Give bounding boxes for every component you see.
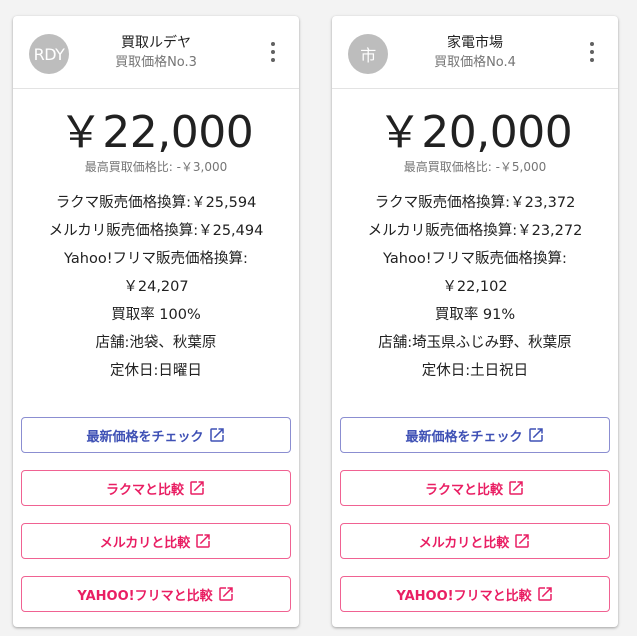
- shop-rank: 買取価格No.3: [115, 55, 197, 70]
- card-header: 市 家電市場 買取価格No.4: [332, 16, 618, 89]
- open-in-new-icon: [190, 481, 204, 495]
- price-difference: 最高買取価格比: -￥5,000: [403, 160, 547, 174]
- open-in-new-icon: [537, 587, 552, 601]
- detail-yahoo-value: ￥24,207: [123, 279, 189, 295]
- open-in-new-icon: [196, 534, 211, 548]
- button-label: YAHOO!フリマと比較: [77, 588, 213, 604]
- button-group: 最新価格をチェック ラクマと比較 メルカリと比較 YAHOO!フリマと比較: [340, 417, 610, 629]
- compare-rakuma-button[interactable]: ラクマと比較: [340, 470, 610, 506]
- detail-rate: 買取率 91%: [434, 307, 516, 323]
- button-label: 最新価格をチェック: [405, 429, 523, 445]
- more-vert-icon[interactable]: [261, 38, 285, 66]
- shop-name: 買取ルデヤ: [121, 35, 191, 51]
- detail-rakuma: ラクマ販売価格換算:￥23,372: [374, 195, 576, 211]
- page: RDY 買取ルデヤ 買取価格No.3 ￥22,000 最高買取価格比: -￥3,…: [0, 0, 637, 636]
- compare-rakuma-button[interactable]: ラクマと比較: [21, 470, 291, 506]
- detail-yahoo-label: Yahoo!フリマ販売価格換算:: [383, 251, 567, 267]
- button-label: メルカリと比較: [99, 535, 191, 551]
- compare-yahoo-button[interactable]: YAHOO!フリマと比較: [340, 576, 610, 612]
- card-title-block: 家電市場 買取価格No.4: [388, 33, 562, 73]
- compare-mercari-button[interactable]: メルカリと比較: [340, 523, 610, 559]
- shop-name: 家電市場: [447, 35, 503, 51]
- button-label: ラクマと比較: [105, 482, 184, 498]
- card-header: RDY 買取ルデヤ 買取価格No.3: [13, 16, 299, 89]
- open-in-new-icon: [218, 587, 233, 601]
- detail-yahoo-label: Yahoo!フリマ販売価格換算:: [64, 251, 248, 267]
- detail-holiday: 定休日:日曜日: [110, 363, 202, 379]
- open-in-new-icon: [515, 534, 530, 548]
- detail-holiday: 定休日:土日祝日: [421, 363, 529, 379]
- button-label: ラクマと比較: [424, 482, 503, 498]
- more-vert-icon[interactable]: [580, 38, 604, 66]
- avatar: 市: [348, 34, 388, 74]
- detail-mercari: メルカリ販売価格換算:￥23,272: [367, 223, 583, 239]
- buy-price: ￥22,000: [58, 107, 254, 158]
- price-difference: 最高買取価格比: -￥3,000: [84, 160, 228, 174]
- open-in-new-icon: [509, 481, 523, 495]
- button-label: YAHOO!フリマと比較: [396, 588, 532, 604]
- check-latest-price-button[interactable]: 最新価格をチェック: [340, 417, 610, 453]
- check-latest-price-button[interactable]: 最新価格をチェック: [21, 417, 291, 453]
- detail-stores: 店舗:池袋、秋葉原: [95, 335, 217, 351]
- detail-mercari: メルカリ販売価格換算:￥25,494: [48, 223, 264, 239]
- detail-rate: 買取率 100%: [111, 307, 201, 323]
- shop-details: ラクマ販売価格換算:￥23,372 メルカリ販売価格換算:￥23,272 Yah…: [332, 189, 618, 385]
- compare-mercari-button[interactable]: メルカリと比較: [21, 523, 291, 559]
- buy-price: ￥20,000: [377, 107, 573, 158]
- button-label: 最新価格をチェック: [86, 429, 204, 445]
- shop-details: ラクマ販売価格換算:￥25,594 メルカリ販売価格換算:￥25,494 Yah…: [13, 189, 299, 385]
- button-group: 最新価格をチェック ラクマと比較 メルカリと比較 YAHOO!フリマと比較: [21, 417, 291, 629]
- button-label: メルカリと比較: [418, 535, 510, 551]
- shop-card: RDY 買取ルデヤ 買取価格No.3 ￥22,000 最高買取価格比: -￥3,…: [13, 16, 299, 627]
- compare-yahoo-button[interactable]: YAHOO!フリマと比較: [21, 576, 291, 612]
- card-title-block: 買取ルデヤ 買取価格No.3: [69, 33, 243, 73]
- open-in-new-icon: [209, 428, 224, 442]
- detail-stores: 店舗:埼玉県ふじみ野、秋葉原: [378, 335, 572, 351]
- avatar: RDY: [29, 34, 69, 74]
- shop-rank: 買取価格No.4: [434, 55, 516, 70]
- detail-rakuma: ラクマ販売価格換算:￥25,594: [55, 195, 257, 211]
- detail-yahoo-value: ￥22,102: [442, 279, 508, 295]
- shop-card: 市 家電市場 買取価格No.4 ￥20,000 最高買取価格比: -￥5,000…: [332, 16, 618, 627]
- open-in-new-icon: [528, 428, 543, 442]
